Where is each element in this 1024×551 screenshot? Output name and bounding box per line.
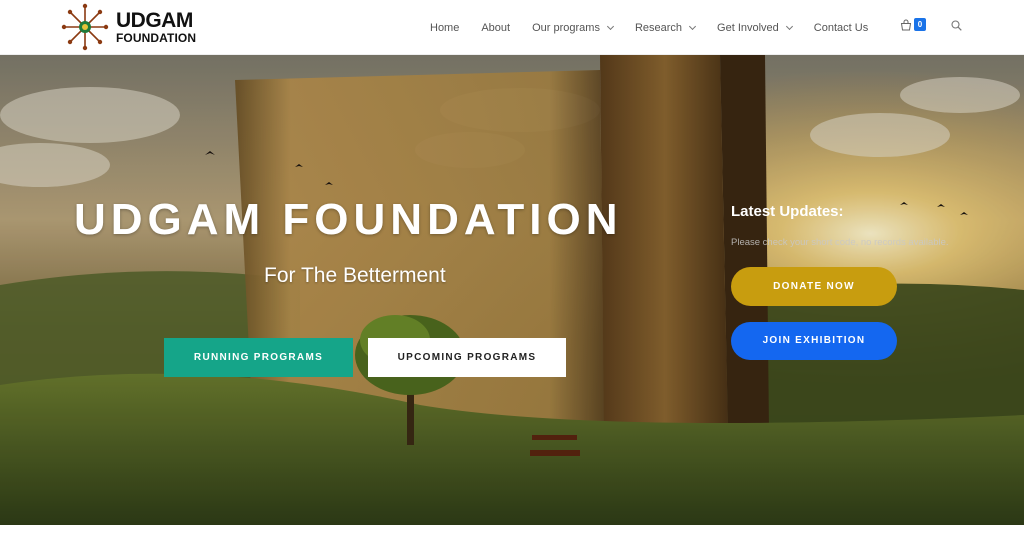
nav-research[interactable]: Research <box>634 21 697 34</box>
join-exhibition-button[interactable]: JOIN EXHIBITION <box>731 322 897 360</box>
search-icon[interactable] <box>951 20 962 31</box>
nav-our-programs[interactable]: Our programs <box>532 21 614 34</box>
chevron-down-icon <box>606 22 614 30</box>
chevron-down-icon <box>785 22 793 30</box>
hero-title: UDGAM FOUNDATION <box>74 195 623 244</box>
main-nav: Home About Our programs Research Get Inv… <box>430 0 890 55</box>
nav-home[interactable]: Home <box>430 22 459 34</box>
latest-updates-note: Please check your short code, no records… <box>731 237 949 248</box>
nav-involved-label: Get Involved <box>717 21 779 34</box>
cart-button[interactable]: 0 <box>900 18 926 31</box>
logo-mark-icon <box>61 3 109 51</box>
hero-section: UDGAM FOUNDATION For The Betterment RUNN… <box>0 55 1024 525</box>
nav-contact-us[interactable]: Contact Us <box>814 22 868 34</box>
nav-get-involved[interactable]: Get Involved <box>717 21 793 34</box>
running-programs-button[interactable]: RUNNING PROGRAMS <box>164 338 353 377</box>
site-logo[interactable]: UDGAM FOUNDATION <box>60 2 196 52</box>
chevron-down-icon <box>688 22 697 30</box>
cart-count-badge: 0 <box>914 18 926 31</box>
nav-contact-label: Contact Us <box>813 21 869 34</box>
latest-updates-heading: Latest Updates: <box>731 203 844 220</box>
hero-subtitle: For The Betterment <box>264 264 446 287</box>
donate-now-button[interactable]: DONATE NOW <box>731 267 897 306</box>
site-header: UDGAM FOUNDATION Home About Our programs… <box>0 0 1024 55</box>
nav-research-label: Research <box>634 21 683 34</box>
nav-programs-label: Our programs <box>532 21 600 34</box>
logo-title: UDGAM <box>116 9 193 32</box>
nav-home-label: Home <box>430 21 460 34</box>
cart-icon <box>900 19 912 30</box>
nav-about-label: About <box>481 21 511 34</box>
nav-about[interactable]: About <box>481 22 510 34</box>
logo-subtitle: FOUNDATION <box>116 31 197 45</box>
upcoming-programs-button[interactable]: UPCOMING PROGRAMS <box>368 338 566 377</box>
